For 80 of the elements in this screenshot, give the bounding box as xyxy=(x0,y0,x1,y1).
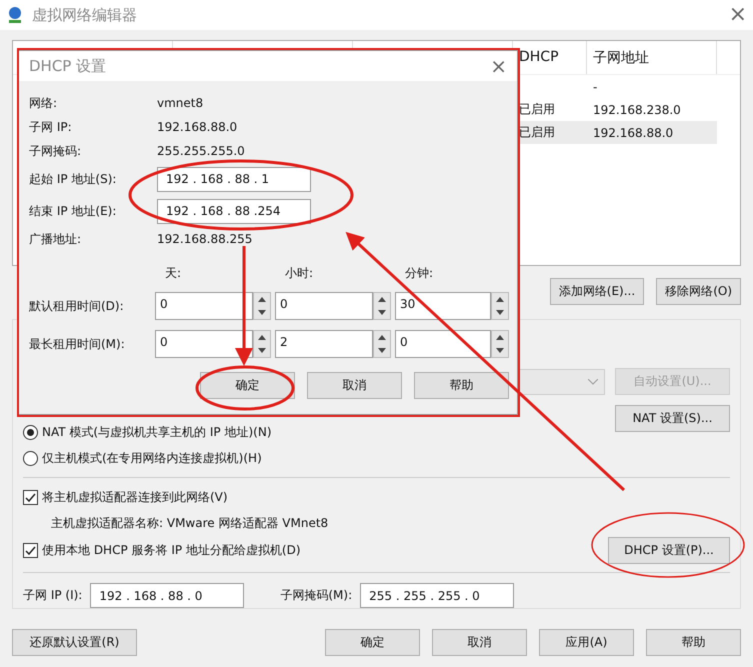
up-arrow-icon[interactable] xyxy=(258,297,266,302)
spinner[interactable] xyxy=(253,330,271,358)
checkbox-label: 将主机虚拟适配器连接到此网络(V) xyxy=(42,489,228,506)
spinner[interactable] xyxy=(491,292,509,320)
column-label: 分钟: xyxy=(405,265,434,282)
dhcp-settings-button[interactable]: DHCP 设置(P)... xyxy=(608,537,730,564)
nat-settings-button[interactable]: NAT 设置(S)... xyxy=(615,405,730,432)
down-arrow-icon[interactable] xyxy=(258,310,266,315)
add-network-button[interactable]: 添加网络(E)... xyxy=(550,278,644,305)
network-globe-icon xyxy=(6,6,24,24)
window-title: 虚拟网络编辑器 xyxy=(32,6,138,24)
remove-network-button[interactable]: 移除网络(O) xyxy=(656,278,741,305)
spinner[interactable] xyxy=(491,330,509,358)
radio-button[interactable] xyxy=(23,425,38,440)
table-cell: 已启用 xyxy=(519,102,555,116)
table-cell: 已启用 xyxy=(519,125,555,139)
table-cell: 192.168.88.0 xyxy=(593,126,674,140)
info-value: vmnet8 xyxy=(157,96,204,110)
cancel-button[interactable]: 取消 xyxy=(307,372,402,399)
number-field[interactable]: 0 xyxy=(395,330,491,358)
help-button[interactable]: 帮助 xyxy=(646,629,741,656)
spinner[interactable] xyxy=(373,292,391,320)
subnet-mask-field[interactable]: 255 . 255 . 255 . 0 xyxy=(360,583,514,608)
column-header[interactable]: 子网地址 xyxy=(587,41,717,74)
radio-button[interactable] xyxy=(23,450,38,466)
field-label: 起始 IP 地址(S): xyxy=(29,170,118,188)
checkbox[interactable] xyxy=(23,490,38,506)
number-field[interactable]: 30 xyxy=(395,292,491,320)
check-icon xyxy=(25,545,36,556)
info-label: 广播地址: xyxy=(29,230,82,248)
field-label: 最长租用时间(M): xyxy=(29,336,126,352)
info-label: 子网 IP: xyxy=(29,118,73,136)
adapter-name: 主机虚拟适配器名称: VMware 网络适配器 VMnet8 xyxy=(51,514,328,532)
number-field[interactable]: 0 xyxy=(155,330,253,358)
check-icon xyxy=(25,492,36,504)
info-value: 192.168.88.0 xyxy=(157,120,238,134)
radio-label: 仅主机模式(在专用网络内连接虚拟机)(H) xyxy=(42,450,262,467)
column-label: 小时: xyxy=(285,265,314,282)
up-arrow-icon[interactable] xyxy=(496,335,504,340)
chevron-icon xyxy=(588,378,598,384)
field-label: 默认租用时间(D): xyxy=(29,298,125,314)
subnet-ip-field[interactable]: 192 . 168 . 88 . 0 xyxy=(90,583,244,608)
number-field[interactable]: 0 xyxy=(155,292,253,320)
field-label: 子网掩码(M): xyxy=(280,587,352,604)
start-ip-field[interactable]: 192 . 168 . 88 . 1 xyxy=(157,166,311,192)
help-button[interactable]: 帮助 xyxy=(414,372,509,399)
radio-label: NAT 模式(与虚拟机共享主机的 IP 地址)(N) xyxy=(42,424,272,442)
up-arrow-icon[interactable] xyxy=(496,297,504,302)
close-button[interactable]: × xyxy=(490,56,507,76)
cancel-button[interactable]: 取消 xyxy=(432,629,527,656)
checkbox[interactable] xyxy=(23,543,38,558)
info-label: 网络: xyxy=(29,94,58,112)
number-field[interactable]: 0 xyxy=(275,292,373,320)
down-arrow-icon[interactable] xyxy=(258,348,266,353)
field-label: 子网 IP (I): xyxy=(23,587,82,604)
up-arrow-icon[interactable] xyxy=(258,335,266,340)
down-arrow-icon[interactable] xyxy=(378,310,386,315)
apply-button[interactable]: 应用(A) xyxy=(539,629,634,656)
up-arrow-icon[interactable] xyxy=(378,335,386,340)
column-label: 天: xyxy=(165,265,182,282)
spinner[interactable] xyxy=(253,292,271,320)
checkbox-label: 使用本地 DHCP 服务将 IP 地址分配给虚拟机(D) xyxy=(42,542,301,560)
down-arrow-icon[interactable] xyxy=(496,348,504,353)
ok-button[interactable]: 确定 xyxy=(200,372,295,399)
up-arrow-icon[interactable] xyxy=(378,297,386,302)
spinner[interactable] xyxy=(373,330,391,358)
table-cell: - xyxy=(593,80,598,94)
field-label: 结束 IP 地址(E): xyxy=(29,202,118,220)
table-cell: 192.168.238.0 xyxy=(593,102,681,116)
close-button[interactable]: × xyxy=(728,4,747,26)
ok-button[interactable]: 确定 xyxy=(325,629,420,656)
down-arrow-icon[interactable] xyxy=(378,348,386,353)
info-value: 255.255.255.0 xyxy=(157,144,245,158)
down-arrow-icon[interactable] xyxy=(496,310,504,315)
restore-defaults-button[interactable]: 还原默认设置(R) xyxy=(12,629,137,656)
info-label: 子网掩码: xyxy=(29,142,82,160)
end-ip-field[interactable]: 192 . 168 . 88 .254 xyxy=(157,198,311,224)
dialog-title: DHCP 设置 xyxy=(29,56,108,76)
info-value: 192.168.88.255 xyxy=(157,232,252,246)
number-field[interactable]: 2 xyxy=(275,330,373,358)
